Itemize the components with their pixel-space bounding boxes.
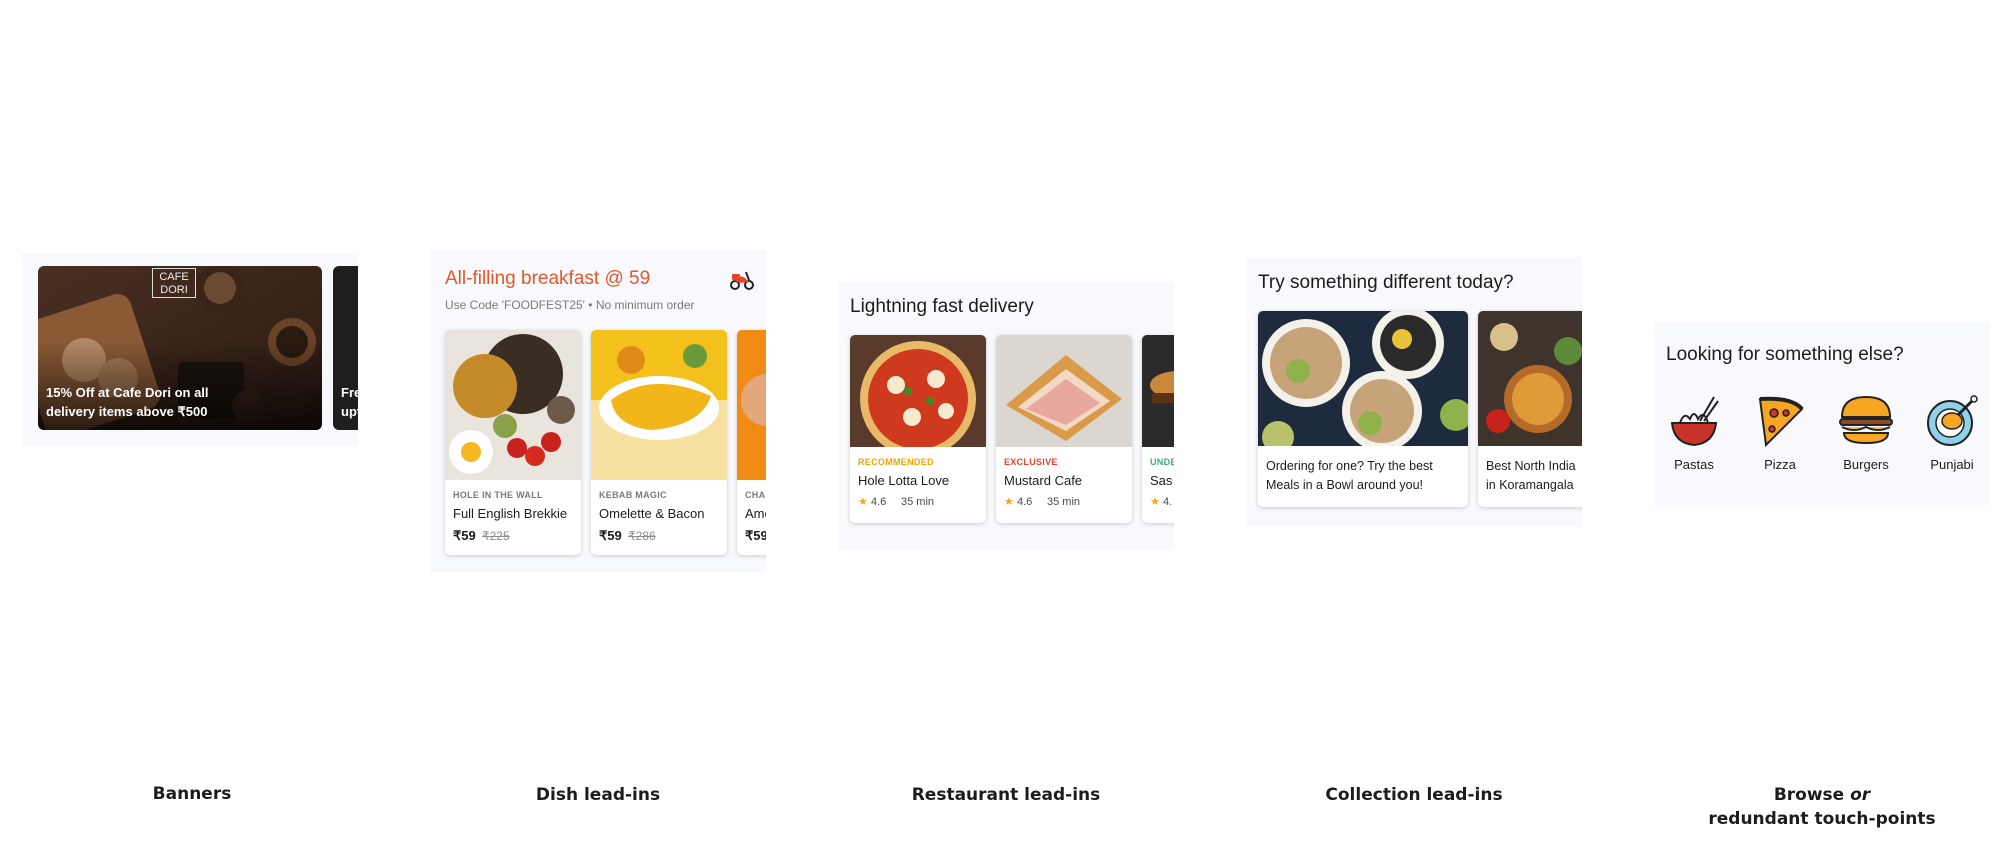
dish-restaurant: CHAI [745,490,766,500]
restaurant-image [1142,335,1174,447]
collection-image [1478,311,1582,446]
chicken-leg-icon [1927,395,1978,446]
banner-second-line2: upt [341,404,358,419]
scooter-icon [730,271,754,290]
caption-banners: Banners [152,784,232,804]
browse-title: Looking for something else? [1666,344,1904,365]
caption-browse-or: or [1850,785,1871,805]
restaurant-time: 35 min [1047,496,1081,508]
browse-panel: Looking for something else? Pastas Pizza [1654,323,1990,505]
restaurant-name: Mustard Cafe [1004,473,1083,488]
dish-subtitle: Use Code 'FOODFEST25' • No minimum order [445,298,695,312]
restaurant-rating: 4.6 [871,496,887,508]
caption-browse-line1-a: Browse [1773,785,1851,805]
collection-card[interactable]: Ordering for one? Try the best Meals in … [1258,311,1468,507]
collection-text-line2: Meals in a Bowl around you! [1266,478,1424,492]
restaurant-card[interactable]: EXCLUSIVE Mustard Cafe ★ 4.6 35 min [996,335,1132,523]
banner-text-line2: delivery items above ₹500 [46,404,208,419]
restaurant-tag: RECOMMENDED [858,457,934,467]
restaurant-rating: 4.6 [1017,496,1033,508]
dish-old-price: ₹286 [628,529,656,543]
browse-label: Burgers [1843,457,1889,472]
dish-card[interactable]: CHAI Ame ₹59 [737,330,766,555]
star-icon: ★ [858,496,868,508]
dish-panel: All-filling breakfast @ 59 Use Code 'FOO… [430,250,766,572]
restaurant-image [850,335,986,447]
browse-label: Punjabi [1930,457,1974,472]
restaurant-title: Lightning fast delivery [850,296,1034,317]
star-icon: ★ [1004,496,1014,508]
dish-price: ₹59 [599,528,622,543]
banners-panel: CAFE DORI 15% Off at Cafe Dori on all de… [22,253,358,445]
dish-title: All-filling breakfast @ 59 [445,268,651,289]
restaurant-card[interactable]: RECOMMENDED Hole Lotta Love ★ 4.6 35 min [850,335,986,523]
collection-text-line2: in Koramangala [1486,478,1574,492]
collection-text: Best North India in Koramangala [1486,457,1576,495]
dish-name: Full English Brekkie [453,506,568,521]
dish-restaurant: KEBAB MAGIC [599,490,667,500]
caption-browse-line1: Browse or [1692,783,1952,807]
collection-title: Try something different today? [1258,272,1514,293]
burger-icon [1839,395,1893,445]
caption-browse-line2: redundant touch-points [1708,809,1936,829]
caption-collection: Collection lead-ins [1325,785,1503,805]
dish-card[interactable]: HOLE IN THE WALL Full English Brekkie ₹5… [445,330,581,555]
restaurant-rating: 4. [1163,496,1173,508]
restaurant-time: 35 min [901,496,935,508]
browse-label: Pastas [1674,457,1714,472]
dish-old-price: ₹225 [482,529,510,543]
star-icon: ★ [1150,496,1160,508]
caption-dish: Dish lead-ins [535,785,661,805]
pizza-slice-icon [1758,396,1804,448]
banner-text-line1: 15% Off at Cafe Dori on all [46,385,209,400]
canvas: CAFE DORI 15% Off at Cafe Dori on all de… [0,0,2000,860]
logo-line2: DORI [160,284,188,296]
dish-price: ₹59 [453,528,476,543]
banner-second-line1: Fre [341,385,358,400]
restaurant-tag: UNDE [1150,457,1174,467]
restaurant-image [996,335,1132,447]
dish-restaurant: HOLE IN THE WALL [453,490,543,500]
collection-card[interactable]: Best North India in Koramangala [1478,311,1582,507]
collection-image [1258,311,1468,446]
caption-browse: Browse or redundant touch-points [1692,783,1952,831]
banner-text: 15% Off at Cafe Dori on all delivery ite… [46,383,209,421]
dish-name: Ame [745,506,766,521]
cafe-dori-logo: CAFE DORI [152,268,196,298]
collection-text: Ordering for one? Try the best Meals in … [1266,457,1433,495]
browse-label: Pizza [1764,457,1796,472]
restaurant-card[interactable]: UNDE Sas ★ 4. [1142,335,1174,523]
restaurant-name: Hole Lotta Love [858,473,950,488]
banner-second[interactable]: Fre upt [333,266,358,430]
pasta-bowl-icon [1670,396,1719,447]
dish-image [591,330,727,480]
banner-cafe-dori[interactable]: CAFE DORI 15% Off at Cafe Dori on all de… [38,266,322,430]
dish-image [737,330,766,480]
restaurant-panel: Lightning fast delivery RECOMMENDED Hole… [838,283,1174,549]
collection-text-line1: Best North India [1486,459,1576,473]
dish-name: Omelette & Bacon [599,506,705,521]
collection-text-line1: Ordering for one? Try the best [1266,459,1433,473]
dish-image [445,330,581,480]
caption-restaurant: Restaurant lead-ins [911,785,1101,805]
restaurant-name: Sas [1150,473,1173,488]
collection-panel: Try something different today? Ordering … [1246,257,1582,527]
restaurant-tag: EXCLUSIVE [1004,457,1058,467]
banner-second-text: Fre upt [341,383,358,421]
dish-price: ₹59 [745,528,766,543]
logo-line1: CAFE [159,271,189,283]
dish-card[interactable]: KEBAB MAGIC Omelette & Bacon ₹59 ₹286 [591,330,727,555]
